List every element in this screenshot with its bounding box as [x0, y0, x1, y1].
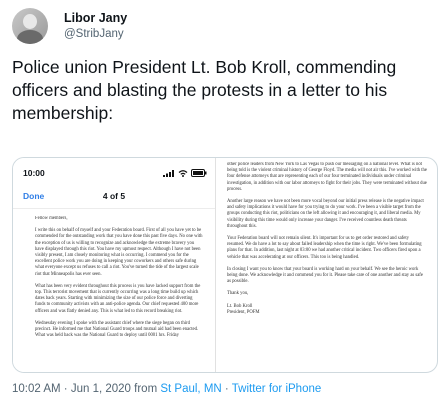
status-time: 10:00: [23, 168, 45, 178]
meta-separator: ·: [63, 383, 68, 395]
tweet-header: Libor Jany @StribJany: [12, 8, 127, 44]
tweet-image[interactable]: 10:00 Done 4 of 5 Fellow members, I writ…: [12, 157, 438, 373]
letter-paragraph: other police leaders from New York to La…: [227, 162, 427, 192]
letter-paragraph: Wednesday evening I spoke with the assis…: [35, 320, 199, 339]
avatar[interactable]: [12, 8, 48, 44]
letter-paragraph: Fellow members,: [35, 216, 68, 221]
letter-page-right: other police leaders from New York to La…: [227, 162, 427, 368]
avatar-head-shape: [23, 14, 37, 29]
tweet-meta: 10:02 AM · Jun 1, 2020 from St Paul, MN …: [12, 383, 321, 395]
page-indicator: 4 of 5: [102, 191, 126, 201]
viewer-toolbar: Done 4 of 5: [13, 186, 215, 209]
tweet-time[interactable]: 10:02 AM: [12, 383, 61, 395]
location-link[interactable]: St Paul, MN: [160, 383, 221, 395]
letter-paragraph: What has been very evident throughout th…: [35, 283, 201, 314]
status-bar: 10:00: [23, 168, 207, 178]
user-handle[interactable]: @StribJany: [64, 26, 127, 42]
letter-paragraph: Another large reason we have not been mo…: [227, 199, 424, 229]
letter-page-left: Fellow members, I write this on behalf o…: [35, 216, 203, 368]
meta-separator: ·: [224, 383, 229, 395]
letter-paragraph: I write this on behalf of myself and you…: [35, 228, 203, 277]
letter-signature: Lt. Bob Kroll President, POFM: [227, 303, 260, 315]
tweet-text: Police union President Lt. Bob Kroll, co…: [12, 57, 397, 123]
letter-paragraph: In closing I want you to know that your …: [227, 266, 423, 285]
user-names: Libor Jany @StribJany: [64, 10, 127, 42]
wifi-icon: [178, 169, 188, 177]
letter-paragraph: Your Federation board will not remain si…: [227, 236, 422, 260]
phone-screenshot: 10:00 Done 4 of 5 Fellow members, I writ…: [13, 158, 216, 372]
status-icons: [163, 168, 207, 178]
client-link[interactable]: Twitter for iPhone: [232, 383, 321, 395]
signal-icon: [163, 169, 174, 177]
avatar-body-shape: [17, 30, 43, 44]
from-prefix: from: [134, 383, 158, 395]
battery-icon: [191, 169, 207, 177]
tweet-date[interactable]: Jun 1, 2020: [71, 383, 131, 395]
display-name[interactable]: Libor Jany: [64, 10, 127, 26]
letter-paragraph: Thank you,: [227, 291, 249, 297]
